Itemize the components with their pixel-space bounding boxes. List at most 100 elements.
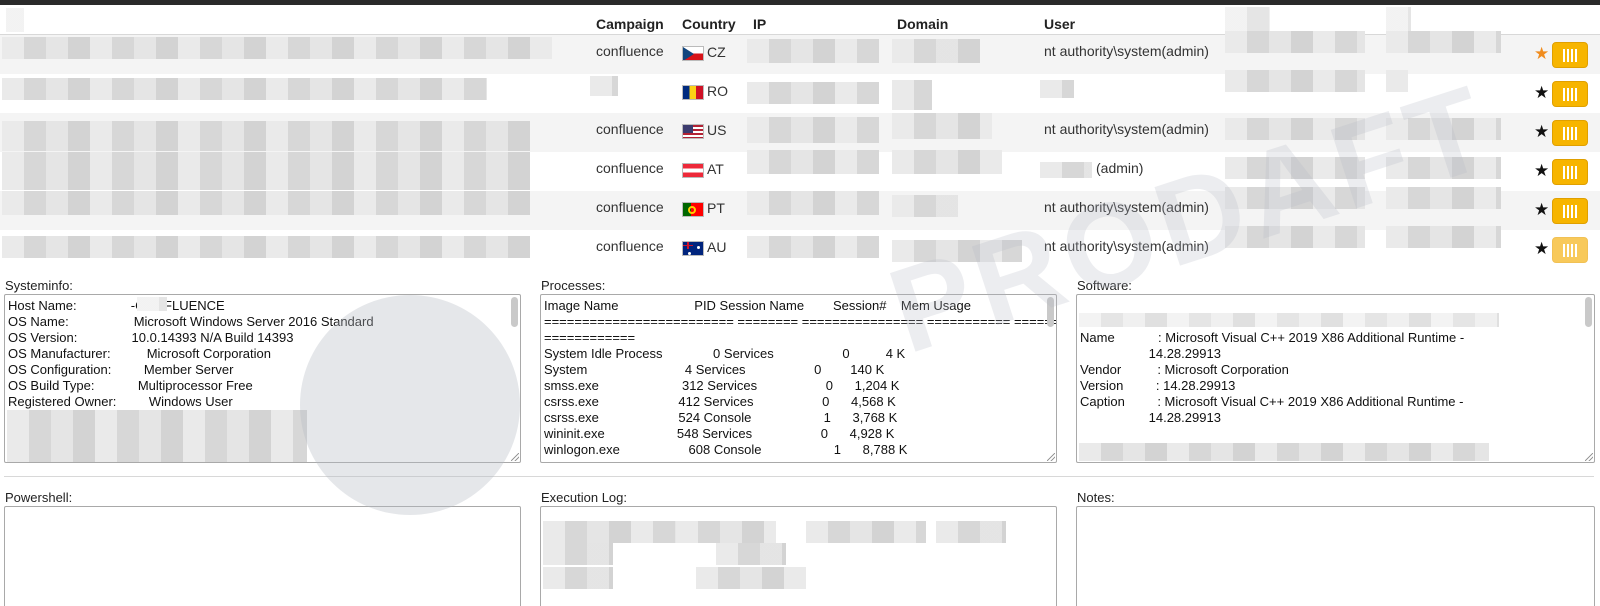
processes-label: Processes: [541, 278, 606, 293]
redacted-block [7, 410, 307, 462]
redacted-cell [2, 152, 530, 190]
user-cell: nt authority\system(admin) [1044, 121, 1209, 137]
redacted-header-cell [1225, 7, 1270, 34]
redacted-campaign [590, 76, 618, 96]
flag-cz-icon [682, 46, 704, 61]
campaign-cell: confluence [596, 43, 664, 59]
details-button[interactable] [1552, 237, 1588, 263]
redacted-block [1079, 313, 1499, 327]
flag-au-icon [682, 241, 704, 256]
redacted-user [1040, 162, 1092, 178]
table-row[interactable]: RO ★ [0, 70, 1600, 113]
star-icon[interactable]: ★ [1534, 84, 1549, 101]
details-button[interactable] [1552, 81, 1588, 107]
table-row[interactable]: confluence AU nt authority\system(admin)… [0, 226, 1600, 269]
processes-textarea[interactable]: Image Name PID Session Name Session# Mem… [540, 294, 1057, 463]
redacted-domain [892, 195, 958, 217]
redacted-cell [1225, 157, 1365, 179]
barcode-icon [1563, 205, 1578, 218]
barcode-icon [1563, 244, 1578, 257]
resize-handle[interactable] [1585, 453, 1593, 461]
resize-handle[interactable] [1047, 453, 1055, 461]
barcode-icon [1563, 127, 1578, 140]
software-label: Software: [1077, 278, 1132, 293]
powershell-textarea[interactable] [4, 506, 521, 606]
redacted-cell [2, 121, 530, 151]
redacted-ip [747, 39, 879, 63]
redacted-cell [1225, 31, 1365, 53]
details-button[interactable] [1552, 120, 1588, 146]
processes-text: Image Name PID Session Name Session# Mem… [544, 298, 1057, 457]
flag-us-icon [682, 124, 704, 139]
redacted-block [936, 521, 1006, 543]
scrollbar[interactable] [1047, 297, 1054, 327]
table-row[interactable]: confluence CZ nt authority\system(admin)… [0, 31, 1600, 74]
user-cell: nt authority\system(admin) [1044, 199, 1209, 215]
systeminfo-label: Systeminfo: [5, 278, 73, 293]
redacted-cell [1225, 187, 1365, 209]
execution-log-label: Execution Log: [541, 490, 628, 505]
redacted-block [543, 543, 613, 565]
star-icon[interactable]: ★ [1534, 162, 1549, 179]
header-domain[interactable]: Domain [897, 16, 948, 32]
barcode-icon [1563, 166, 1578, 179]
redacted-cell [1386, 118, 1501, 140]
star-icon[interactable]: ★ [1534, 201, 1549, 218]
campaign-cell: confluence [596, 238, 664, 254]
scrollbar[interactable] [511, 297, 518, 327]
country-code: RO [707, 83, 728, 99]
redacted-block [676, 521, 776, 543]
country-code: AT [707, 161, 724, 177]
star-icon[interactable]: ★ [1534, 45, 1549, 62]
redacted-header-cell [6, 8, 24, 32]
redacted-block [696, 567, 806, 589]
user-cell: (admin) [1096, 160, 1144, 176]
redacted-cell [2, 37, 552, 59]
header-ip[interactable]: IP [753, 16, 766, 32]
resize-handle[interactable] [511, 453, 519, 461]
country-code: US [707, 122, 727, 138]
header-user[interactable]: User [1044, 16, 1075, 32]
redacted-cell [1225, 70, 1365, 92]
scrollbar[interactable] [1585, 297, 1592, 327]
redacted-cell [1386, 187, 1501, 209]
redacted-domain [892, 113, 992, 139]
notes-textarea[interactable] [1076, 506, 1595, 606]
user-cell: nt authority\system(admin) [1044, 238, 1209, 254]
table-row[interactable]: confluence AT (admin) ★ [0, 150, 1600, 191]
software-textarea[interactable]: Name : Microsoft Visual C++ 2019 X86 Add… [1076, 294, 1595, 463]
campaign-cell: confluence [596, 121, 664, 137]
star-icon[interactable]: ★ [1534, 240, 1549, 257]
flag-ro-icon [682, 85, 704, 100]
flag-at-icon [682, 163, 704, 178]
redacted-cell [1386, 31, 1501, 53]
redacted-cell [2, 191, 530, 215]
header-campaign[interactable]: Campaign [596, 16, 664, 32]
powershell-label: Powershell: [5, 490, 73, 505]
details-button[interactable] [1552, 198, 1588, 224]
redacted-cell [2, 78, 487, 100]
redacted-cell [1386, 226, 1501, 248]
redacted-block [543, 567, 613, 589]
table-row[interactable]: confluence US nt authority\system(admin)… [0, 113, 1600, 152]
header-country[interactable]: Country [682, 16, 736, 32]
campaign-cell: confluence [596, 199, 664, 215]
divider [4, 476, 1594, 477]
execution-log-textarea[interactable] [540, 506, 1057, 606]
systeminfo-textarea[interactable]: Host Name: -CONFLUENCE OS Name: Microsof… [4, 294, 521, 463]
redacted-user [1040, 80, 1074, 98]
redacted-hostname [137, 297, 167, 311]
redacted-cell [1225, 118, 1365, 140]
flag-pt-icon [682, 202, 704, 217]
systeminfo-text: Host Name: -CONFLUENCE OS Name: Microsof… [8, 298, 374, 409]
redacted-cell [1386, 70, 1408, 92]
redacted-domain [892, 150, 1002, 174]
redacted-block [543, 521, 683, 543]
table-row[interactable]: confluence PT nt authority\system(admin)… [0, 187, 1600, 230]
details-button[interactable] [1552, 42, 1588, 68]
redacted-ip [747, 150, 879, 174]
details-button[interactable] [1552, 159, 1588, 185]
star-icon[interactable]: ★ [1534, 123, 1549, 140]
redacted-header-cell [1386, 7, 1411, 34]
user-cell: nt authority\system(admin) [1044, 43, 1209, 59]
